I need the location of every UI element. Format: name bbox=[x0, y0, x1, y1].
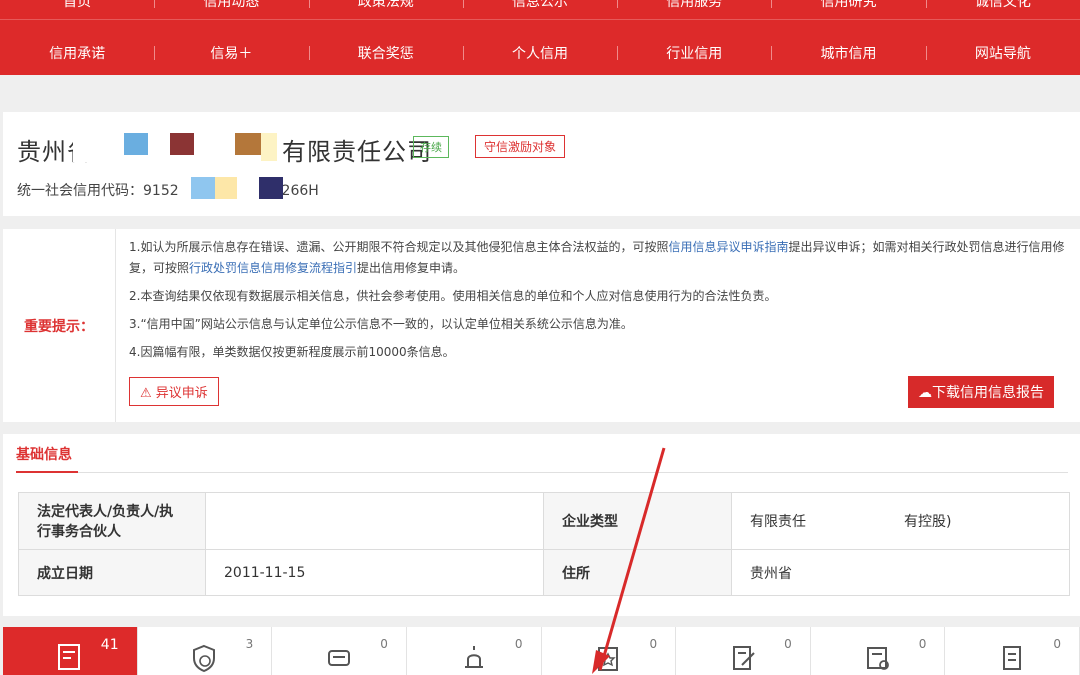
table-row: 成立日期 2011-11-15 住所 贵州省 bbox=[18, 549, 1070, 596]
tab-count: 0 bbox=[1053, 637, 1061, 651]
nav-item-credit-news[interactable]: 信用动态 bbox=[154, 0, 308, 11]
nav-item-industry-credit[interactable]: 行业信用 bbox=[617, 43, 771, 63]
nav-item-credit-commitment[interactable]: 信用承诺 bbox=[0, 43, 154, 63]
nav-item-publicity[interactable]: 信息公示 bbox=[462, 0, 617, 11]
download-button-label: 下载信用信息报告 bbox=[932, 385, 1044, 401]
redaction-mask bbox=[259, 177, 283, 199]
tab-count: 0 bbox=[918, 637, 927, 651]
redaction-mask bbox=[215, 177, 237, 199]
nav-row-secondary: 信用承诺 信易＋ 联合奖惩 个人信用 行业信用 城市信用 网站导航 bbox=[0, 34, 1080, 71]
tab-count: 0 bbox=[784, 637, 792, 651]
download-report-button[interactable]: ☁下载信用信息报告 bbox=[908, 376, 1054, 408]
nav-item-credit-research[interactable]: 信用研究 bbox=[771, 0, 925, 11]
nav-item-credit-service[interactable]: 信用服务 bbox=[617, 0, 771, 11]
company-header: 贵州省 有限责任公司 存续 守信激励对象 统一社会信用代码：9152 5266H bbox=[3, 112, 1080, 216]
ledger-icon bbox=[1003, 646, 1022, 670]
user-warning-icon: ⚠ bbox=[140, 386, 156, 401]
tab-ledger[interactable]: 0 bbox=[945, 627, 1080, 675]
nav-item-joint-reward[interactable]: 联合奖惩 bbox=[308, 43, 463, 63]
legal-rep-value bbox=[205, 492, 544, 550]
address-label: 住所 bbox=[543, 549, 732, 596]
notice-text: 提出信用修复申请。 bbox=[357, 261, 466, 275]
nav-item-site-nav[interactable]: 网站导航 bbox=[925, 43, 1080, 63]
company-type-value: 有限责任 有控股) bbox=[731, 492, 1070, 550]
company-type-label: 企业类型 bbox=[543, 492, 732, 550]
nav-item-personal-credit[interactable]: 个人信用 bbox=[462, 43, 617, 63]
alarm-icon bbox=[464, 646, 483, 668]
redaction-mask bbox=[235, 133, 261, 155]
shield-credit-icon bbox=[193, 644, 216, 673]
nav-item-xinyi[interactable]: 信易＋ bbox=[154, 43, 308, 63]
review-document-icon bbox=[866, 647, 889, 670]
established-date-value: 2011-11-15 bbox=[205, 549, 544, 596]
tab-signed-document[interactable]: 0 bbox=[676, 627, 811, 675]
notice-text: 1.如认为所展示信息存在错误、遗漏、公开期限不符合规定以及其他侵犯信息主体合法权… bbox=[129, 240, 669, 254]
category-tabs: 41 3 0 0 0 0 0 0 bbox=[3, 627, 1080, 675]
company-name-end: 有限责任公司 bbox=[282, 138, 432, 166]
basic-info-table: 法定代表人/负责人/执行事务合伙人 企业类型 有限责任 有控股) 成立日期 201… bbox=[18, 492, 1070, 596]
redaction-mask bbox=[124, 133, 148, 155]
incentive-badge: 守信激励对象 bbox=[475, 135, 566, 158]
tab-administrative-info[interactable]: 41 bbox=[3, 627, 138, 675]
objection-button[interactable]: ⚠ 异议申诉 bbox=[129, 377, 219, 406]
tab-dishonest[interactable]: 0 bbox=[272, 627, 407, 675]
document-icon bbox=[57, 644, 80, 670]
cloud-download-icon: ☁ bbox=[918, 385, 932, 401]
credit-code-label: 统一社会信用代码： bbox=[17, 183, 143, 199]
table-row: 法定代表人/负责人/执行事务合伙人 企业类型 有限责任 有控股) bbox=[18, 492, 1070, 550]
address-value: 贵州省 bbox=[731, 549, 1070, 596]
notice-item-4: 4.因篇幅有限，单类数据仅按更新程度展示前10000条信息。 bbox=[129, 345, 455, 359]
basic-info-panel: 基础信息 法定代表人/负责人/执行事务合伙人 企业类型 有限责任 有控股) 成立日… bbox=[3, 434, 1080, 616]
tab-count: 0 bbox=[649, 637, 658, 651]
tab-count: 41 bbox=[100, 637, 119, 653]
notice-body: 1.如认为所展示信息存在错误、遗漏、公开期限不符合规定以及其他侵犯信息主体合法权… bbox=[129, 237, 1066, 370]
redaction-mask bbox=[261, 133, 277, 161]
nav-item-integrity-culture[interactable]: 诚信文化 bbox=[925, 0, 1080, 11]
signed-document-icon bbox=[732, 646, 755, 670]
status-badge: 存续 bbox=[413, 136, 449, 158]
redaction-mask bbox=[191, 177, 215, 199]
active-tab-underline bbox=[16, 471, 78, 473]
objection-button-label: 异议申诉 bbox=[155, 386, 208, 401]
tab-count: 3 bbox=[245, 637, 254, 651]
notice-label: 重要提示： bbox=[3, 229, 116, 422]
repair-guide-link[interactable]: 行政处罚信息信用修复流程指引 bbox=[189, 261, 357, 275]
tab-alarm[interactable]: 0 bbox=[406, 627, 542, 675]
star-certificate-icon bbox=[598, 647, 619, 671]
notice-item-3: 3.“信用中国”网站公示信息与认定单位公示信息不一致的，以认定单位相关系统公示信… bbox=[129, 317, 633, 331]
nav-item-policy[interactable]: 政策法规 bbox=[308, 0, 463, 11]
legal-rep-label: 法定代表人/负责人/执行事务合伙人 bbox=[18, 492, 206, 550]
tab-credit-commitment[interactable]: 3 bbox=[137, 627, 273, 675]
tab-count: 0 bbox=[380, 637, 388, 651]
basic-info-title[interactable]: 基础信息 bbox=[16, 444, 72, 464]
notice-item-2: 2.本查询结果仅依现有数据展示相关信息，供社会参考使用。使用相关信息的单位和个人… bbox=[129, 289, 777, 303]
nav-item-city-credit[interactable]: 城市信用 bbox=[771, 43, 925, 63]
redaction-mask bbox=[170, 133, 194, 155]
tab-count: 0 bbox=[514, 637, 523, 651]
tab-review-document[interactable]: 0 bbox=[810, 627, 946, 675]
divider bbox=[16, 472, 1068, 473]
redaction-mask bbox=[73, 136, 123, 162]
credit-code-start: 9152 bbox=[143, 183, 179, 199]
top-navigation: 首页 信用动态 政策法规 信息公示 信用服务 信用研究 诚信文化 信用承诺 信易… bbox=[0, 0, 1080, 75]
established-date-label: 成立日期 bbox=[18, 549, 206, 596]
nav-item-home[interactable]: 首页 bbox=[0, 0, 154, 11]
important-notice: 重要提示： 1.如认为所展示信息存在错误、遗漏、公开期限不符合规定以及其他侵犯信… bbox=[3, 229, 1080, 422]
tab-certificate[interactable]: 0 bbox=[541, 627, 677, 675]
objection-guide-link[interactable]: 信用信息异议申诉指南 bbox=[668, 240, 788, 254]
dishonest-car-icon bbox=[328, 650, 351, 666]
notice-item-1: 1.如认为所展示信息存在错误、遗漏、公开期限不符合规定以及其他侵犯信息主体合法权… bbox=[129, 237, 1066, 279]
nav-row-primary: 首页 信用动态 政策法规 信息公示 信用服务 信用研究 诚信文化 bbox=[0, 0, 1080, 20]
